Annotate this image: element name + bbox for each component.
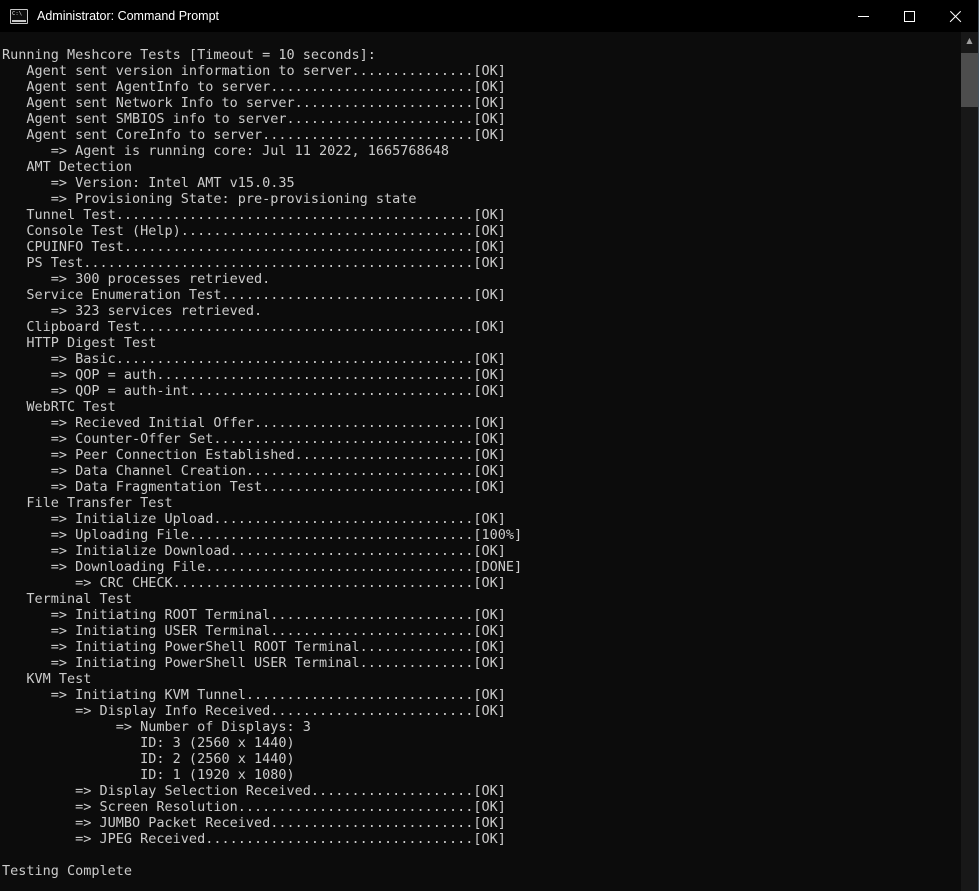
console-line: Console Test (Help).....................…	[2, 223, 960, 239]
console-line: Service Enumeration Test................…	[2, 287, 960, 303]
cmd-icon-bar	[12, 20, 26, 22]
console-line: => 323 services retrieved.	[2, 303, 960, 319]
console-line: WebRTC Test	[2, 399, 960, 415]
console-line	[2, 847, 960, 863]
console-line: Agent sent Network Info to server.......…	[2, 95, 960, 111]
console-line: ID: 2 (2560 x 1440)	[2, 751, 960, 767]
console-line: => CRC CHECK............................…	[2, 575, 960, 591]
console-line: Testing Complete	[2, 863, 960, 879]
console-line: ID: 3 (2560 x 1440)	[2, 735, 960, 751]
console-line: => JPEG Received........................…	[2, 831, 960, 847]
console-line: => Peer Connection Established..........…	[2, 447, 960, 463]
console-line: => Initiating KVM Tunnel................…	[2, 687, 960, 703]
console-line: => QOP = auth...........................…	[2, 367, 960, 383]
minimize-icon	[858, 16, 869, 17]
console-body: Running Meshcore Tests [Timeout = 10 sec…	[0, 32, 978, 891]
minimize-button[interactable]	[840, 0, 886, 32]
console-line: => Provisioning State: pre-provisioning …	[2, 191, 960, 207]
console-line: Tunnel Test.............................…	[2, 207, 960, 223]
console-line: => Initiating USER Terminal.............…	[2, 623, 960, 639]
console-line: ID: 1 (1920 x 1080)	[2, 767, 960, 783]
console-line: PS Test.................................…	[2, 255, 960, 271]
scrollbar[interactable]: ▲	[961, 32, 978, 891]
console-line: Agent sent AgentInfo to server..........…	[2, 79, 960, 95]
console-line: KVM Test	[2, 671, 960, 687]
console-line: AMT Detection	[2, 159, 960, 175]
console-line: => Basic................................…	[2, 351, 960, 367]
window-controls	[840, 0, 978, 32]
console-output: Running Meshcore Tests [Timeout = 10 sec…	[2, 47, 960, 891]
console-line: => Screen Resolution....................…	[2, 799, 960, 815]
console-line: => JUMBO Packet Received................…	[2, 815, 960, 831]
maximize-icon	[904, 11, 915, 22]
console-line: => Counter-Offer Set....................…	[2, 431, 960, 447]
console-line: File Transfer Test	[2, 495, 960, 511]
console-line: HTTP Digest Test	[2, 335, 960, 351]
maximize-button[interactable]	[886, 0, 932, 32]
console-line: => 300 processes retrieved.	[2, 271, 960, 287]
console-line: => Agent is running core: Jul 11 2022, 1…	[2, 143, 960, 159]
scroll-up-arrow[interactable]: ▲	[961, 32, 978, 49]
console-line: Agent sent CoreInfo to server...........…	[2, 127, 960, 143]
console-line: => Version: Intel AMT v15.0.35	[2, 175, 960, 191]
command-prompt-window: C:\ Administrator: Command Prompt Runnin…	[0, 0, 979, 891]
console-line: => Display Selection Received...........…	[2, 783, 960, 799]
console-line: => QOP = auth-int.......................…	[2, 383, 960, 399]
close-icon	[949, 10, 962, 23]
console-line: => Display Info Received................…	[2, 703, 960, 719]
close-button[interactable]	[932, 0, 978, 32]
console-line: => Data Fragmentation Test..............…	[2, 479, 960, 495]
console-line: Agent sent SMBIOS info to server........…	[2, 111, 960, 127]
console-line: => Number of Displays: 3	[2, 719, 960, 735]
titlebar: C:\ Administrator: Command Prompt	[0, 0, 978, 32]
console-line: Terminal Test	[2, 591, 960, 607]
console-line: => Uploading File.......................…	[2, 527, 960, 543]
console-line: => Initiating PowerShell USER Terminal..…	[2, 655, 960, 671]
console-line: Clipboard Test..........................…	[2, 319, 960, 335]
console-line: => Initiating ROOT Terminal.............…	[2, 607, 960, 623]
console-line: => Initiating PowerShell ROOT Terminal..…	[2, 639, 960, 655]
cmd-icon: C:\	[10, 9, 28, 24]
cmd-icon-text: C:\	[12, 10, 22, 16]
console-line: => Data Channel Creation................…	[2, 463, 960, 479]
console-line: CPUINFO Test............................…	[2, 239, 960, 255]
console-line: => Initialize Download..................…	[2, 543, 960, 559]
console-line: => Recieved Initial Offer...............…	[2, 415, 960, 431]
window-title: Administrator: Command Prompt	[37, 9, 840, 23]
scrollbar-thumb[interactable]	[961, 53, 978, 107]
console-line: => Downloading File.....................…	[2, 559, 960, 575]
console-line: Agent sent version information to server…	[2, 63, 960, 79]
console-line: Running Meshcore Tests [Timeout = 10 sec…	[2, 47, 960, 63]
console-line: => Initialize Upload....................…	[2, 511, 960, 527]
